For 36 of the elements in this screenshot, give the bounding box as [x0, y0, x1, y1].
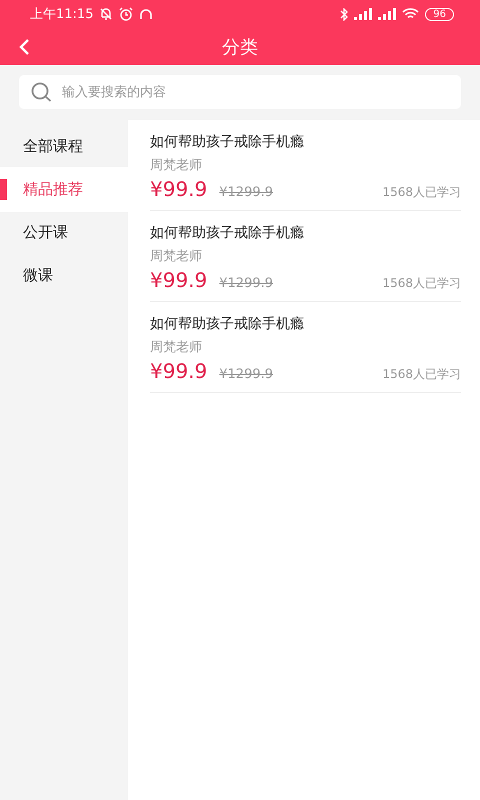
- price: ¥99.9: [150, 177, 208, 201]
- original-price: ¥1299.9: [219, 367, 274, 382]
- price: ¥99.9: [150, 268, 208, 292]
- category-item[interactable]: 公开课: [0, 210, 128, 255]
- muted-bell-icon: [99, 7, 114, 21]
- bluetooth-icon: [340, 8, 348, 20]
- course-card[interactable]: 如何帮助孩子戒除手机瘾 周梵老师 ¥99.9 ¥1299.9 1568人已学习: [150, 120, 461, 211]
- teacher-name: 周梵老师: [150, 339, 203, 357]
- category-item[interactable]: 全部课程: [0, 124, 128, 169]
- battery-indicator: 96: [425, 8, 454, 20]
- wifi-icon: [402, 8, 420, 20]
- learner-count: 1568人已学习: [382, 184, 461, 201]
- alarm-icon: [119, 7, 134, 21]
- price: ¥99.9: [150, 359, 208, 383]
- headphones-icon: [139, 7, 154, 21]
- original-price: ¥1299.9: [219, 276, 274, 291]
- search-icon: [31, 82, 53, 102]
- selected-indicator: [0, 179, 7, 200]
- teacher-name: 周梵老师: [150, 157, 203, 175]
- original-price: ¥1299.9: [219, 185, 274, 200]
- status-time: 上午11:15: [30, 6, 94, 23]
- course-card[interactable]: 如何帮助孩子戒除手机瘾 周梵老师 ¥99.9 ¥1299.9 1568人已学习: [150, 302, 461, 393]
- page-title: 分类: [222, 36, 258, 58]
- learner-count: 1568人已学习: [382, 275, 461, 292]
- signal-icon: [378, 8, 396, 20]
- signal-icon: [354, 8, 372, 20]
- category-item[interactable]: 微课: [0, 253, 128, 298]
- learner-count: 1568人已学习: [382, 366, 461, 383]
- course-card[interactable]: 如何帮助孩子戒除手机瘾 周梵老师 ¥99.9 ¥1299.9 1568人已学习: [150, 211, 461, 302]
- teacher-name: 周梵老师: [150, 248, 203, 266]
- course-title: 如何帮助孩子戒除手机瘾: [150, 133, 305, 152]
- search-field[interactable]: 输入要搜索的内容: [19, 75, 461, 109]
- course-title: 如何帮助孩子戒除手机瘾: [150, 315, 305, 334]
- back-button[interactable]: [18, 38, 30, 56]
- category-item[interactable]: 精品推荐: [0, 167, 128, 212]
- course-title: 如何帮助孩子戒除手机瘾: [150, 224, 305, 243]
